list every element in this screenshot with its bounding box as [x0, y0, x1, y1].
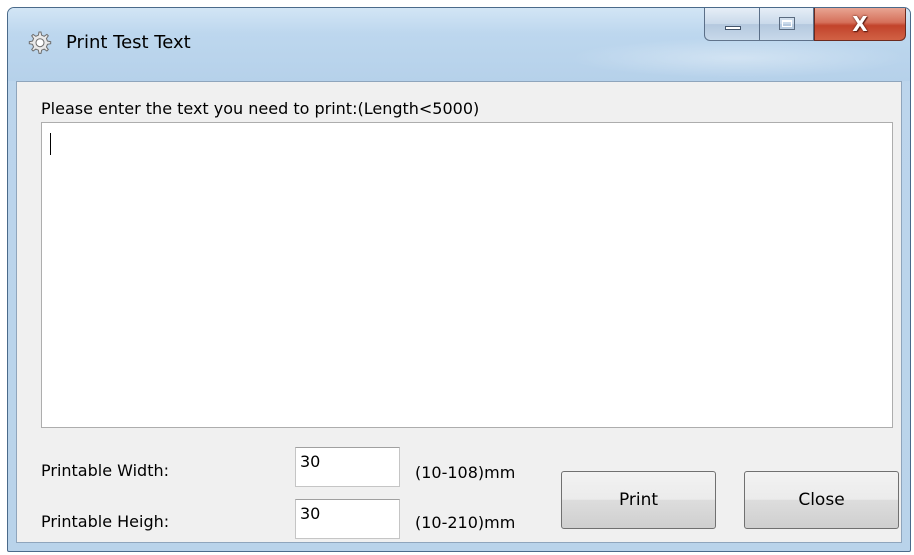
print-test-text-window: Print Test Text X Please enter the text …: [7, 7, 911, 552]
caption-buttons: X: [704, 8, 910, 42]
minimize-button[interactable]: [704, 8, 760, 41]
printable-height-label: Printable Heigh:: [41, 512, 170, 531]
print-button[interactable]: Print: [561, 471, 716, 529]
printable-width-label: Printable Width:: [41, 461, 170, 480]
maximize-button[interactable]: [760, 8, 814, 41]
close-button[interactable]: Close: [744, 471, 899, 529]
window-title: Print Test Text: [66, 32, 191, 53]
text-caret: [50, 133, 51, 155]
minimize-icon: [725, 26, 741, 30]
width-range-label: (10-108)mm: [415, 463, 516, 482]
gear-icon: [26, 30, 52, 56]
print-text-area[interactable]: [41, 122, 893, 428]
printable-height-input[interactable]: 30: [295, 499, 400, 539]
close-window-button[interactable]: X: [814, 8, 906, 41]
height-range-label: (10-210)mm: [415, 513, 516, 532]
close-icon: X: [852, 12, 868, 36]
printable-width-input[interactable]: 30: [295, 447, 400, 487]
title-bar[interactable]: Print Test Text X: [8, 8, 910, 81]
text-prompt-label: Please enter the text you need to print:…: [41, 99, 480, 118]
dialog-body: Please enter the text you need to print:…: [16, 81, 902, 543]
maximize-icon: [779, 17, 795, 30]
